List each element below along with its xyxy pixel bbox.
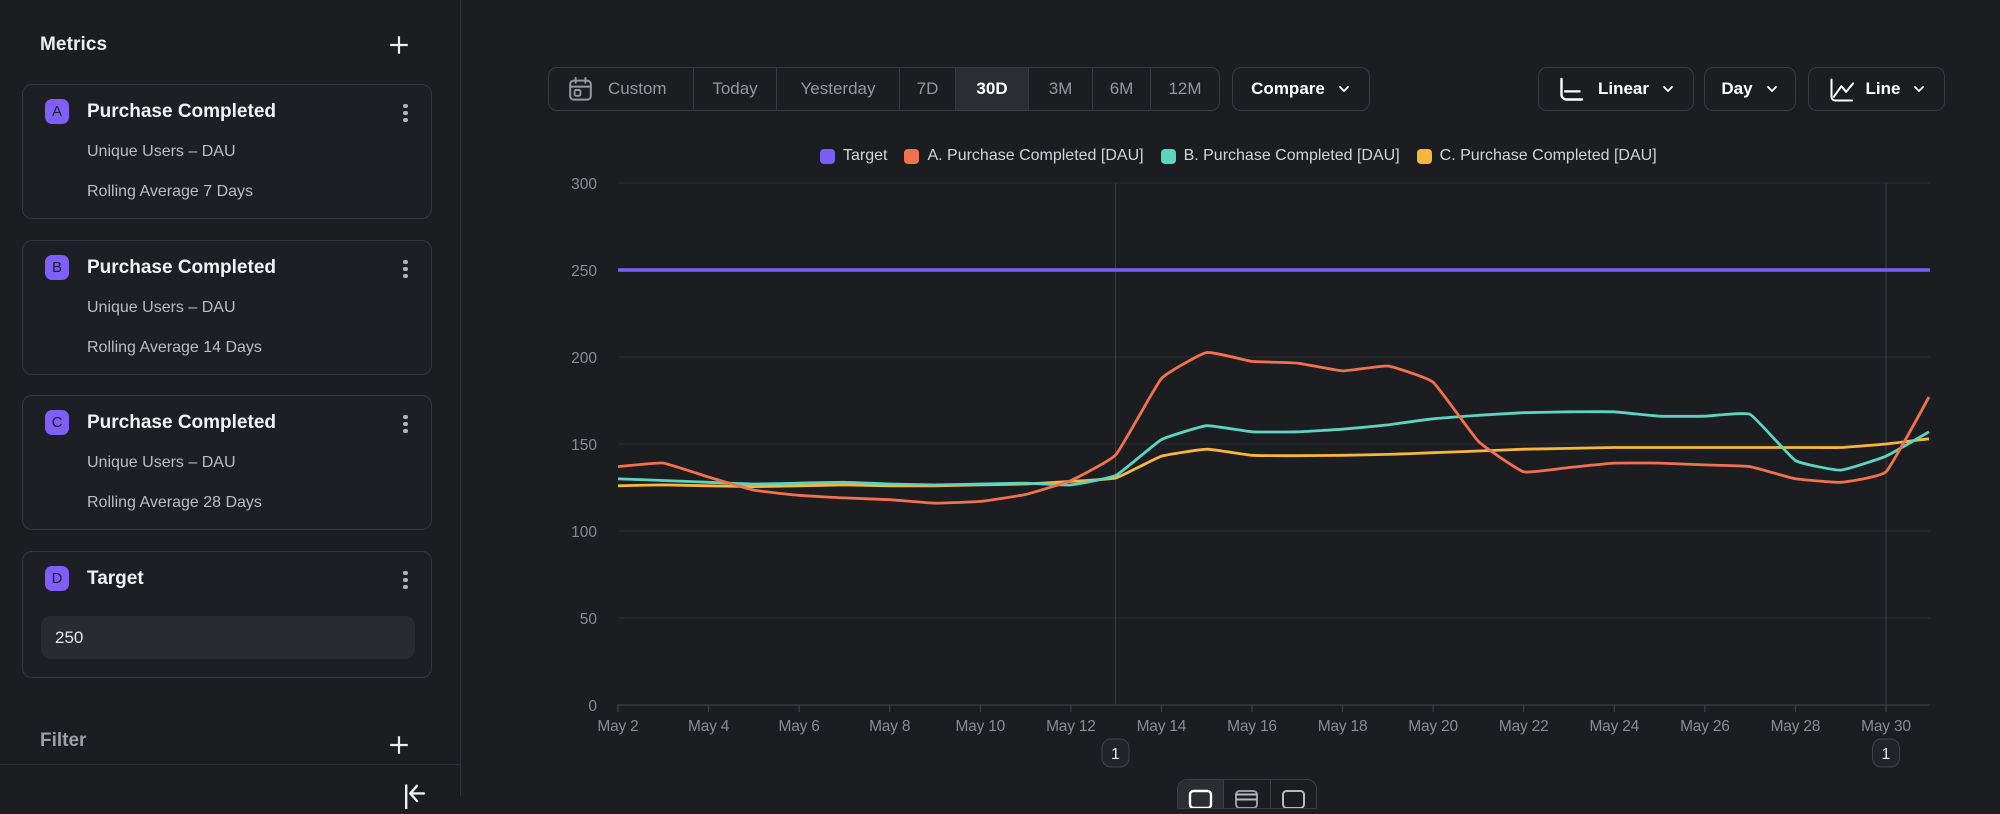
svg-text:100: 100 xyxy=(571,524,597,541)
svg-text:May 8: May 8 xyxy=(869,718,910,735)
svg-text:150: 150 xyxy=(571,437,597,454)
svg-text:May 2: May 2 xyxy=(597,718,638,735)
svg-text:1: 1 xyxy=(1111,746,1120,763)
svg-text:May 28: May 28 xyxy=(1771,718,1821,735)
svg-text:May 22: May 22 xyxy=(1499,718,1549,735)
svg-text:May 18: May 18 xyxy=(1318,718,1368,735)
svg-text:May 16: May 16 xyxy=(1227,718,1277,735)
svg-text:250: 250 xyxy=(571,263,597,280)
svg-text:May 20: May 20 xyxy=(1408,718,1458,735)
svg-text:May 12: May 12 xyxy=(1046,718,1096,735)
svg-text:200: 200 xyxy=(571,350,597,367)
svg-text:0: 0 xyxy=(588,698,597,715)
svg-text:May 6: May 6 xyxy=(778,718,819,735)
svg-text:50: 50 xyxy=(580,611,598,628)
svg-text:May 14: May 14 xyxy=(1137,718,1187,735)
svg-text:May 30: May 30 xyxy=(1861,718,1911,735)
svg-text:May 10: May 10 xyxy=(955,718,1005,735)
svg-text:May 24: May 24 xyxy=(1589,718,1639,735)
svg-text:300: 300 xyxy=(571,176,597,193)
svg-text:1: 1 xyxy=(1882,746,1891,763)
svg-text:May 26: May 26 xyxy=(1680,718,1730,735)
svg-text:May 4: May 4 xyxy=(688,718,730,735)
